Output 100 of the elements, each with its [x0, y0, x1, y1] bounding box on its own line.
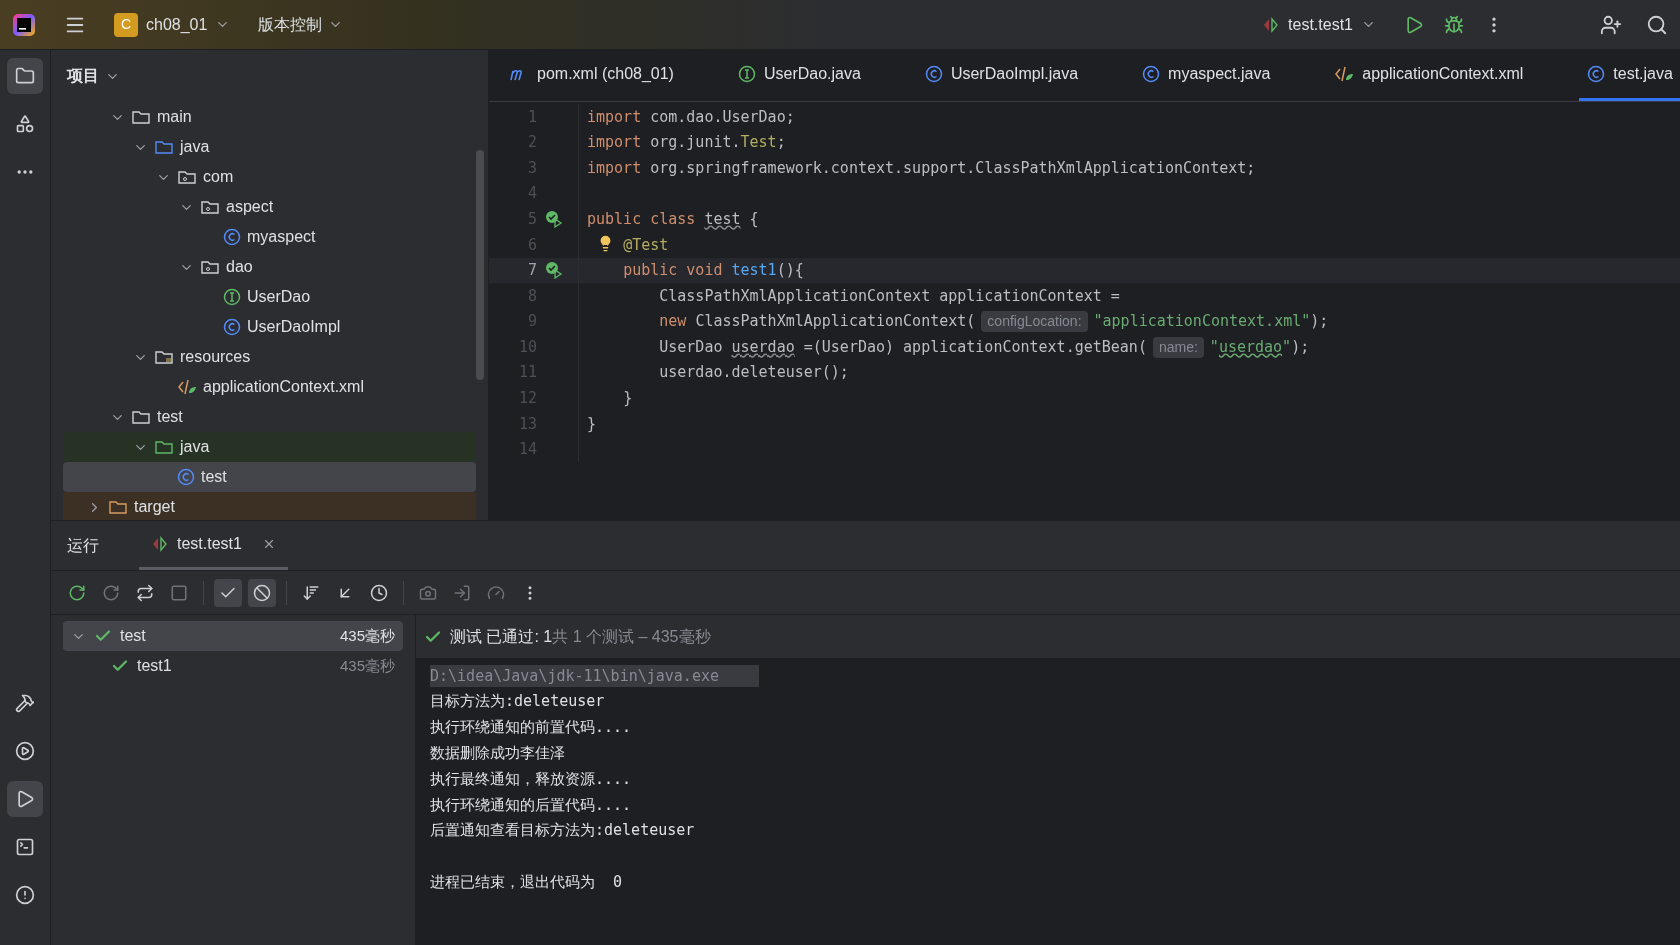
test-tree-item[interactable]: test1 435毫秒	[63, 651, 403, 681]
run-tab-label[interactable]: test.test1	[177, 532, 242, 556]
package-icon	[200, 258, 220, 276]
tree-item[interactable]: target	[63, 492, 476, 522]
code-token: userdao	[731, 336, 795, 358]
code-token: com.dao.UserDao;	[650, 106, 795, 128]
code-token: Test	[740, 132, 777, 154]
tree-item[interactable]: myaspect	[63, 222, 476, 252]
folder-icon	[131, 408, 151, 426]
editor-tab[interactable]: pom.xml (ch08_01)	[501, 50, 682, 101]
code-token: test1	[731, 260, 777, 282]
project-view-selector[interactable]: 项目	[67, 64, 99, 88]
test-name: test1	[137, 656, 173, 676]
summary-text: 共 1 个测试 – 435毫秒	[552, 626, 711, 647]
folder-icon	[154, 348, 174, 366]
class-icon	[223, 228, 241, 246]
ignored-icon[interactable]	[248, 578, 276, 607]
run-config-selector[interactable]: test.test1	[1262, 12, 1376, 37]
tree-item[interactable]: java	[63, 432, 476, 462]
tree-item[interactable]: main	[63, 102, 476, 132]
code-token: userdao.deleteuser();	[659, 362, 849, 384]
debug-icon[interactable]	[1444, 14, 1464, 35]
scrollbar[interactable]	[476, 150, 484, 380]
code-token: @Test	[623, 234, 669, 256]
add-user-icon[interactable]	[1600, 13, 1622, 36]
class-icon	[1587, 65, 1606, 83]
package-icon	[177, 168, 197, 186]
project-name: ch08_01	[146, 14, 208, 35]
xml-icon	[177, 378, 197, 396]
code-token: );	[1291, 336, 1310, 358]
class-icon	[223, 318, 241, 336]
code-token: UserDao	[659, 336, 724, 358]
editor-tab[interactable]: test.java	[1579, 50, 1680, 101]
tree-item[interactable]: com	[63, 162, 476, 192]
code-token: ;	[776, 132, 786, 154]
console-line: 数据删除成功李佳泽	[430, 743, 565, 765]
editor-tab[interactable]: UserDao.java	[729, 50, 869, 101]
vcs-menu[interactable]: 版本控制	[258, 12, 344, 37]
search-icon[interactable]	[1646, 13, 1668, 36]
code-token: org.junit.	[650, 132, 741, 154]
app-logo[interactable]	[12, 12, 36, 37]
test-tree-item[interactable]: test 435毫秒	[63, 621, 403, 651]
tree-item[interactable]: dao	[63, 252, 476, 282]
tree-item[interactable]: resources	[63, 342, 476, 372]
run-test-icon[interactable]	[545, 261, 563, 280]
code-token: }	[623, 388, 633, 410]
tree-item[interactable]: test	[63, 402, 476, 432]
tree-item[interactable]: aspect	[63, 192, 476, 222]
code-token: (){	[776, 260, 804, 282]
run-tab[interactable]: test.test1	[139, 521, 288, 570]
tree-item[interactable]: java	[63, 132, 476, 162]
test-name: test	[120, 626, 147, 646]
code-token: import	[587, 132, 643, 154]
run-config-label[interactable]: test.test1	[1288, 12, 1353, 37]
code-token: "applicationContext.xml"	[1093, 311, 1311, 333]
line-number: 7	[526, 260, 537, 282]
parameter-hint: configLocation:	[981, 311, 1088, 333]
editor-tab[interactable]: applicationContext.xml	[1326, 50, 1532, 101]
code-token: "	[1209, 336, 1219, 358]
code-token: public void	[623, 260, 724, 282]
run-icon[interactable]	[1404, 14, 1424, 35]
editor-tab[interactable]: UserDaoImpl.java	[916, 50, 1087, 101]
console-line: 执行环绕通知的前置代码....	[430, 717, 632, 739]
project-button[interactable]: C ch08_01	[114, 12, 231, 37]
test-time: 435毫秒	[339, 625, 395, 646]
test-time: 435毫秒	[339, 655, 395, 676]
vcs-label[interactable]: 版本控制	[258, 12, 323, 37]
package-icon	[200, 198, 220, 216]
folder-icon[interactable]	[7, 58, 43, 94]
run-icon[interactable]	[7, 781, 43, 817]
console-line: 执行最终通知，释放资源....	[430, 768, 632, 790]
folder-icon	[108, 498, 128, 516]
console-line: 执行环绕通知的后置代码....	[430, 794, 632, 816]
console-line: 进程已结束，退出代码为 0	[430, 872, 623, 893]
xml-icon	[1334, 65, 1355, 83]
code-token: );	[1310, 311, 1329, 333]
class-icon	[924, 65, 943, 83]
interface-icon	[737, 65, 756, 83]
folder-icon	[154, 438, 174, 456]
project-badge: C	[114, 12, 138, 37]
console-line: 目标方法为:deleteuser	[430, 691, 605, 713]
editor-tab[interactable]: myaspect.java	[1134, 50, 1279, 101]
tree-item[interactable]: UserDao	[63, 282, 476, 312]
interface-icon	[223, 288, 241, 306]
code-token: }	[587, 413, 597, 435]
tree-item[interactable]: applicationContext.xml	[63, 372, 476, 402]
folder-icon	[154, 138, 174, 156]
class-icon	[177, 468, 195, 486]
tree-item[interactable]: UserDaoImpl	[63, 312, 476, 342]
folder-icon	[131, 108, 151, 126]
code-token: ClassPathXmlApplicationContext(	[695, 311, 976, 333]
code-token: import	[587, 157, 643, 179]
code-token: import	[587, 106, 643, 128]
console-line: 后置通知查看目标方法为:deleteuser	[430, 820, 695, 842]
check-icon[interactable]	[214, 578, 242, 607]
class-icon	[1142, 65, 1161, 83]
tree-item[interactable]: test	[63, 462, 476, 492]
code-token: "	[1282, 336, 1292, 358]
run-test-icon[interactable]	[545, 210, 563, 229]
code-token: new	[659, 311, 688, 333]
